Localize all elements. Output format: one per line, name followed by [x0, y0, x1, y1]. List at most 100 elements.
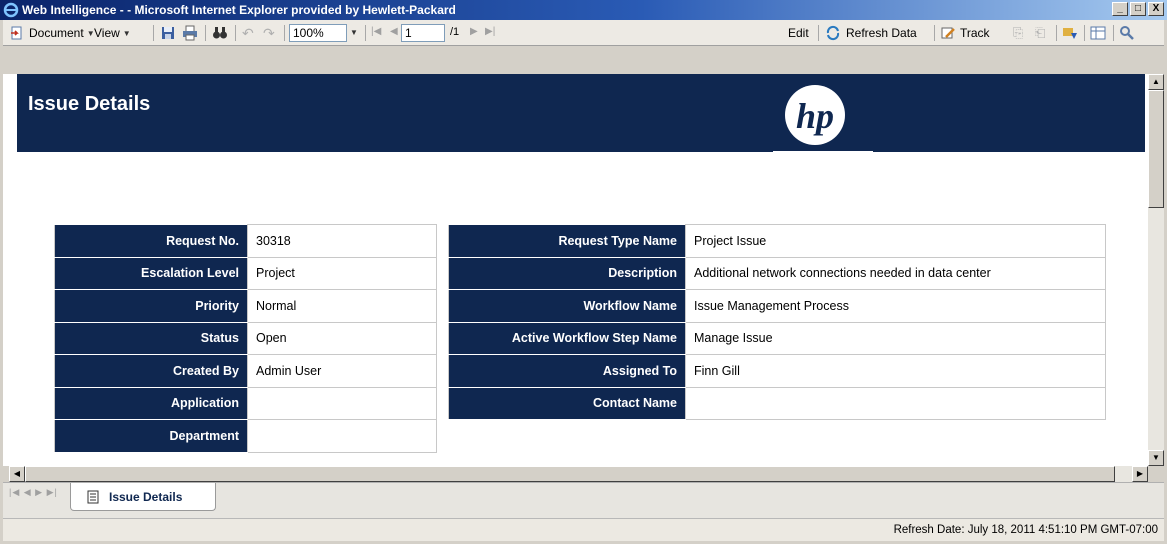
- field-value: Project: [247, 256, 437, 290]
- binoculars-icon: [213, 27, 227, 39]
- chevron-down-icon: ▼: [122, 28, 131, 38]
- report-toolbar: Document ▼ View ▼ ↶ ↷ 100% ▼ |◀ ◀ 1 /1 ▶…: [3, 20, 1164, 46]
- request-details-table: Request No. 30318 Escalation Level Project…: [54, 224, 437, 453]
- maximize-button[interactable]: □: [1130, 2, 1146, 16]
- floppy-disk-icon: [162, 27, 174, 39]
- svg-text:hp: hp: [796, 96, 834, 136]
- scroll-down-button[interactable]: ▼: [1148, 450, 1164, 466]
- refresh-date: Refresh Date: July 18, 2011 4:51:10 PM G…: [893, 524, 1158, 536]
- vertical-scrollbar[interactable]: ▲ ▼: [1148, 74, 1164, 466]
- workflow-details-table: Request Type Name Project Issue Descripti…: [448, 224, 1106, 420]
- track-button[interactable]: Track: [940, 20, 990, 46]
- table-row: Description Additional network connection…: [448, 256, 1106, 290]
- last-page-icon[interactable]: ▶|: [485, 26, 495, 37]
- minimize-button[interactable]: _: [1112, 2, 1128, 16]
- table-row: Application: [54, 386, 437, 420]
- table-row: Request No. 30318: [54, 224, 437, 258]
- refresh-icon: [826, 25, 840, 41]
- filter-bar-icon: [1063, 28, 1077, 39]
- report-header-banner: Issue Details hp: [17, 74, 1145, 152]
- find-button[interactable]: [212, 20, 228, 46]
- field-label: Escalation Level: [54, 256, 248, 290]
- window-title-bar[interactable]: Web Intelligence - - Microsoft Internet …: [0, 0, 1167, 20]
- redo-button[interactable]: ↷: [263, 20, 275, 46]
- status-bar: Refresh Date: July 18, 2011 4:51:10 PM G…: [3, 518, 1164, 541]
- previous-page-icon[interactable]: ◀: [390, 26, 398, 37]
- drill-icon: ⎗: [1035, 25, 1046, 40]
- table-row: Contact Name: [448, 386, 1106, 420]
- field-value: Project Issue: [685, 224, 1106, 258]
- table-row: Escalation Level Project: [54, 256, 437, 290]
- refresh-data-button[interactable]: Refresh Data: [825, 20, 917, 46]
- refresh-data-label: Refresh Data: [846, 26, 917, 40]
- field-value: [247, 386, 437, 420]
- field-value: Finn Gill: [685, 354, 1106, 388]
- tab-navigation-icons[interactable]: |◀ ◀ ▶ ▶|: [9, 487, 58, 498]
- field-value: [247, 419, 437, 453]
- field-value: Manage Issue: [685, 321, 1106, 355]
- show-changes-icon: ⎘: [1013, 25, 1024, 40]
- print-button[interactable]: [182, 20, 198, 46]
- scroll-up-button[interactable]: ▲: [1148, 74, 1164, 90]
- show-changes-button[interactable]: ⎘: [1013, 20, 1023, 46]
- vertical-scroll-thumb[interactable]: [1148, 90, 1164, 208]
- table-row: Created By Admin User: [54, 354, 437, 388]
- table-row: Active Workflow Step Name Manage Issue: [448, 321, 1106, 355]
- report-page-icon: [87, 490, 99, 503]
- document-arrow-icon: [11, 26, 22, 40]
- field-value: Normal: [247, 289, 437, 323]
- view-menu-label: View: [94, 26, 120, 40]
- search-button[interactable]: [1119, 20, 1135, 46]
- save-button[interactable]: [160, 20, 176, 46]
- scroll-right-button[interactable]: ▶: [1132, 466, 1148, 482]
- first-page-icon[interactable]: |◀: [371, 26, 381, 37]
- table-row: Workflow Name Issue Management Process: [448, 289, 1106, 323]
- field-label: Workflow Name: [448, 289, 686, 323]
- horizontal-scroll-thumb[interactable]: [25, 466, 1115, 482]
- document-menu-label: Document: [29, 26, 84, 40]
- field-label: Priority: [54, 289, 248, 323]
- table-row: Assigned To Finn Gill: [448, 354, 1106, 388]
- drill-button[interactable]: ⎗: [1035, 20, 1045, 46]
- zoom-dropdown-button[interactable]: ▼: [347, 24, 361, 42]
- printer-icon: [183, 25, 197, 41]
- field-value: Additional network connections needed in…: [685, 256, 1106, 290]
- field-value: Open: [247, 321, 437, 355]
- horizontal-scrollbar[interactable]: ◀ ▶: [9, 466, 1148, 482]
- field-value: Admin User: [247, 354, 437, 388]
- document-menu[interactable]: Document ▼: [9, 20, 95, 46]
- field-label: Contact Name: [448, 386, 686, 420]
- edit-button[interactable]: Edit: [788, 20, 809, 46]
- table-row: Priority Normal: [54, 289, 437, 323]
- field-label: Department: [54, 419, 248, 453]
- field-label: Status: [54, 321, 248, 355]
- edit-label: Edit: [788, 26, 809, 40]
- track-label: Track: [960, 26, 990, 40]
- table-row: Department: [54, 419, 437, 453]
- field-label: Created By: [54, 354, 248, 388]
- field-value: Issue Management Process: [685, 289, 1106, 323]
- filter-bar-button[interactable]: [1062, 20, 1078, 46]
- zoom-field[interactable]: 100%: [289, 24, 347, 42]
- outline-button[interactable]: [1090, 20, 1106, 46]
- window-title: Web Intelligence - - Microsoft Internet …: [22, 3, 456, 17]
- undo-button[interactable]: ↶: [242, 20, 254, 46]
- field-label: Assigned To: [448, 354, 686, 388]
- view-menu[interactable]: View ▼: [94, 20, 131, 46]
- internet-explorer-icon: [3, 2, 19, 18]
- tab-issue-details[interactable]: Issue Details: [70, 483, 216, 511]
- magnifier-icon: [1120, 26, 1134, 40]
- next-page-icon[interactable]: ▶: [470, 26, 478, 37]
- table-row: Request Type Name Project Issue: [448, 224, 1106, 258]
- table-outline-icon: [1090, 26, 1106, 40]
- redo-icon: ↷: [263, 24, 275, 41]
- field-value: [685, 386, 1106, 420]
- page-total: /1: [450, 26, 460, 38]
- table-row: Status Open: [54, 321, 437, 355]
- tab-label: Issue Details: [109, 489, 183, 504]
- scroll-left-button[interactable]: ◀: [9, 466, 25, 482]
- field-label: Request Type Name: [448, 224, 686, 258]
- page-number-field[interactable]: 1: [401, 24, 445, 42]
- close-button[interactable]: X: [1148, 2, 1164, 16]
- field-label: Application: [54, 386, 248, 420]
